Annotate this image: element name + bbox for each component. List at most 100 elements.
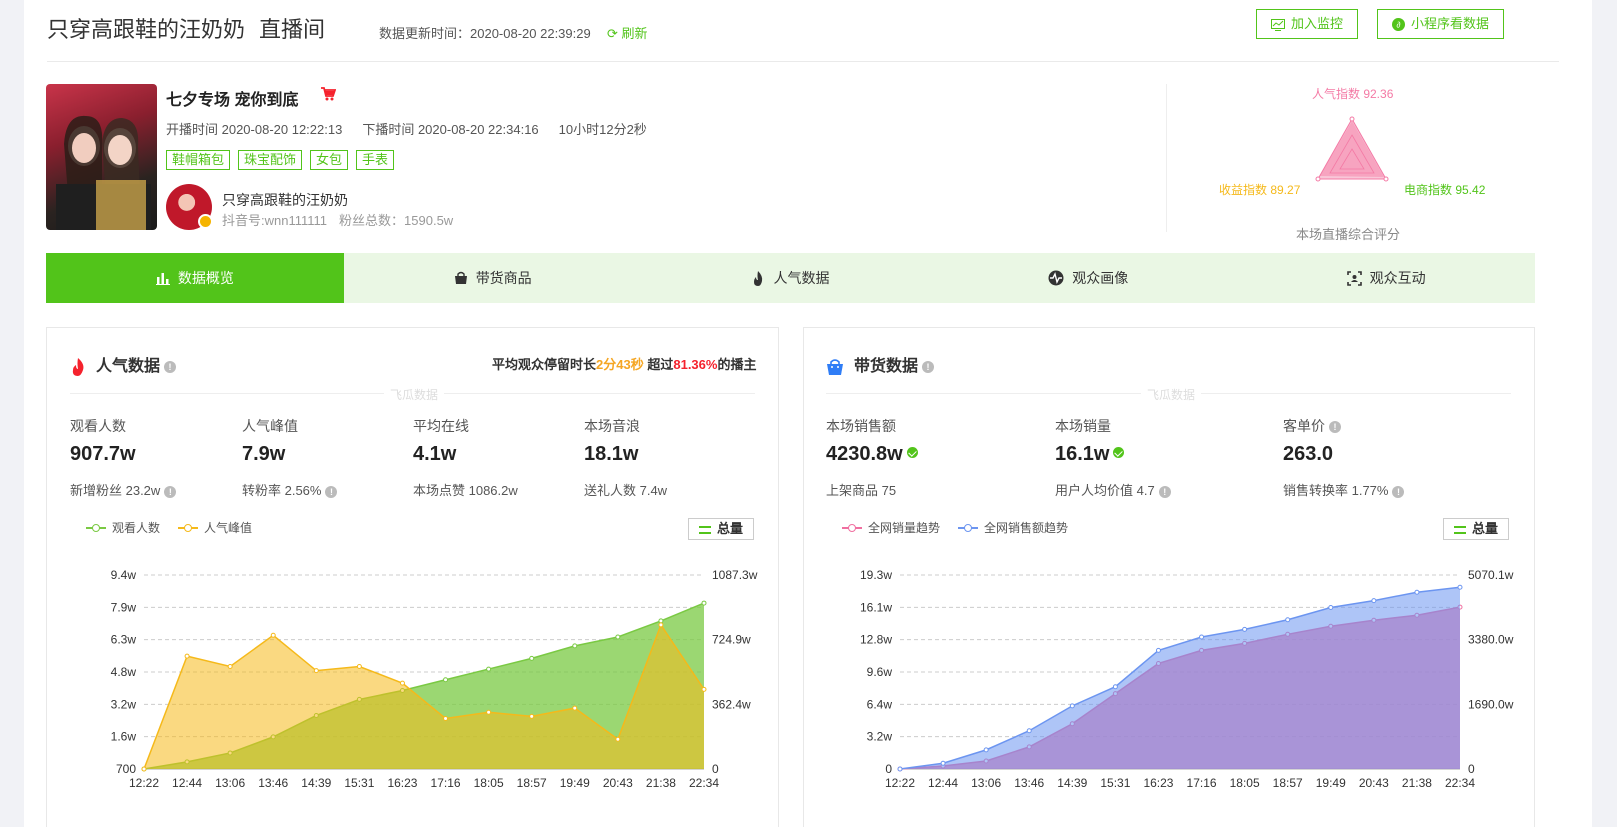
- data-point[interactable]: [141, 766, 147, 772]
- data-point[interactable]: [1414, 589, 1420, 595]
- data-point[interactable]: [940, 760, 946, 766]
- metric-sub: 送礼人数 7.4w: [584, 483, 668, 498]
- tab-popularity[interactable]: 人气数据: [642, 253, 940, 303]
- metric-value: 907.7w: [70, 443, 136, 465]
- watermark: 飞瓜数据: [384, 386, 445, 403]
- dwell-middle: 超过: [647, 357, 674, 372]
- monitor-icon: [1271, 18, 1285, 31]
- data-point[interactable]: [443, 715, 449, 721]
- tag[interactable]: 珠宝配饰: [238, 150, 303, 170]
- data-point[interactable]: [1285, 617, 1291, 623]
- y-right-tick-label: 5070.1w: [1468, 568, 1514, 582]
- data-point[interactable]: [227, 663, 233, 669]
- info-icon[interactable]: !: [164, 485, 177, 498]
- legend-item[interactable]: 全网销量趋势: [842, 519, 940, 536]
- x-tick-label: 12:44: [172, 776, 202, 790]
- y-right-tick-label: 3380.0w: [1468, 633, 1514, 647]
- verified-badge-icon: [198, 214, 213, 229]
- metric-sub: 本场点赞 1086.2w: [413, 483, 518, 498]
- tab-audience-profile[interactable]: 观众画像: [939, 253, 1237, 303]
- x-tick-label: 22:34: [689, 776, 719, 790]
- info-icon[interactable]: !: [164, 360, 177, 373]
- data-point[interactable]: [1371, 598, 1377, 604]
- data-point[interactable]: [1457, 584, 1463, 590]
- total-toggle-button[interactable]: 总量: [688, 518, 755, 540]
- flame-icon: [72, 357, 84, 376]
- data-point[interactable]: [313, 668, 319, 674]
- metric-label: 本场销售额: [826, 418, 896, 434]
- info-icon[interactable]: !: [325, 485, 338, 498]
- refresh-button[interactable]: ⟳ 刷新: [607, 23, 648, 42]
- tab-overview[interactable]: 数据概览: [46, 253, 344, 303]
- data-point[interactable]: [701, 686, 707, 692]
- y-right-tick-label: 1087.3w: [712, 568, 758, 582]
- miniapp-data-button[interactable]: ∂ 小程序看数据: [1377, 9, 1505, 39]
- data-point[interactable]: [701, 600, 707, 606]
- legend-marker-icon: [842, 523, 862, 532]
- add-monitor-button[interactable]: 加入监控: [1256, 9, 1359, 39]
- total-toggle-button[interactable]: 总量: [1443, 518, 1510, 540]
- dwell-prefix: 平均观众停留时长: [492, 357, 597, 372]
- y-tick-label: 0: [885, 762, 892, 776]
- data-point[interactable]: [983, 747, 989, 753]
- data-point[interactable]: [615, 736, 621, 742]
- data-point[interactable]: [529, 713, 535, 719]
- tab-products[interactable]: 带货商品: [344, 253, 642, 303]
- tab-label: 观众互动: [1369, 270, 1426, 286]
- legend-item[interactable]: 人气峰值: [178, 519, 252, 536]
- info-icon[interactable]: !: [1329, 421, 1341, 434]
- data-point[interactable]: [1069, 703, 1075, 709]
- x-tick-label: 13:06: [215, 776, 245, 790]
- data-point[interactable]: [356, 663, 362, 669]
- verified-check-icon: [1113, 447, 1125, 459]
- miniapp-icon: ∂: [1392, 18, 1405, 32]
- data-point[interactable]: [1026, 728, 1032, 734]
- tag[interactable]: 鞋帽箱包: [166, 150, 231, 170]
- data-point[interactable]: [1242, 626, 1248, 632]
- host-name-title: 只穿高跟鞋的汪奶奶: [47, 17, 246, 42]
- y-right-tick-label: 362.4w: [712, 697, 751, 711]
- metric-sub: 销售转换率 1.77%!: [1283, 480, 1405, 499]
- data-point[interactable]: [443, 677, 449, 683]
- y-tick-label: 7.9w: [111, 600, 137, 614]
- data-point[interactable]: [529, 655, 535, 661]
- x-tick-label: 20:43: [1359, 776, 1389, 790]
- data-point[interactable]: [184, 653, 190, 659]
- data-point[interactable]: [270, 632, 276, 638]
- toggle-icon: [699, 525, 711, 534]
- legend-label: 全网销量趋势: [868, 521, 941, 535]
- data-point[interactable]: [1155, 647, 1161, 653]
- dwell-percent: 81.36%: [673, 357, 718, 372]
- tab-audience-interaction[interactable]: 观众互动: [1237, 253, 1535, 303]
- data-point[interactable]: [1199, 634, 1205, 640]
- data-point[interactable]: [658, 618, 664, 624]
- popularity-panel-title: 人气数据!: [70, 352, 177, 376]
- data-point[interactable]: [1328, 605, 1334, 611]
- data-point[interactable]: [897, 766, 903, 772]
- live-times: 开播时间 2020-08-20 12:22:13 下播时间 2020-08-20 …: [166, 119, 667, 138]
- legend-item[interactable]: 全网销售额趋势: [958, 519, 1068, 536]
- data-point[interactable]: [486, 709, 492, 715]
- data-point[interactable]: [572, 643, 578, 649]
- y-right-tick-label: 1690.0w: [1468, 697, 1514, 711]
- data-point[interactable]: [399, 680, 405, 686]
- x-tick-label: 17:16: [1187, 776, 1217, 790]
- data-point[interactable]: [1112, 684, 1118, 690]
- tab-label: 数据概览: [177, 270, 234, 286]
- x-tick-label: 22:34: [1445, 776, 1475, 790]
- tag[interactable]: 手表: [356, 150, 395, 170]
- panel-title-text: 人气数据: [96, 358, 161, 375]
- data-point[interactable]: [572, 705, 578, 711]
- tab-label: 人气数据: [773, 270, 830, 286]
- legend-item[interactable]: 观看人数: [86, 519, 160, 536]
- score-title: 本场直播综合评分: [1296, 227, 1401, 242]
- data-point[interactable]: [658, 622, 664, 628]
- data-point[interactable]: [486, 666, 492, 672]
- series-area: [900, 587, 1460, 769]
- host-name[interactable]: 只穿高跟鞋的汪奶奶: [222, 190, 348, 210]
- info-icon[interactable]: !: [1158, 485, 1171, 498]
- info-icon[interactable]: !: [922, 360, 935, 373]
- tag[interactable]: 女包: [310, 150, 349, 170]
- info-icon[interactable]: !: [1392, 485, 1405, 498]
- data-point[interactable]: [615, 634, 621, 640]
